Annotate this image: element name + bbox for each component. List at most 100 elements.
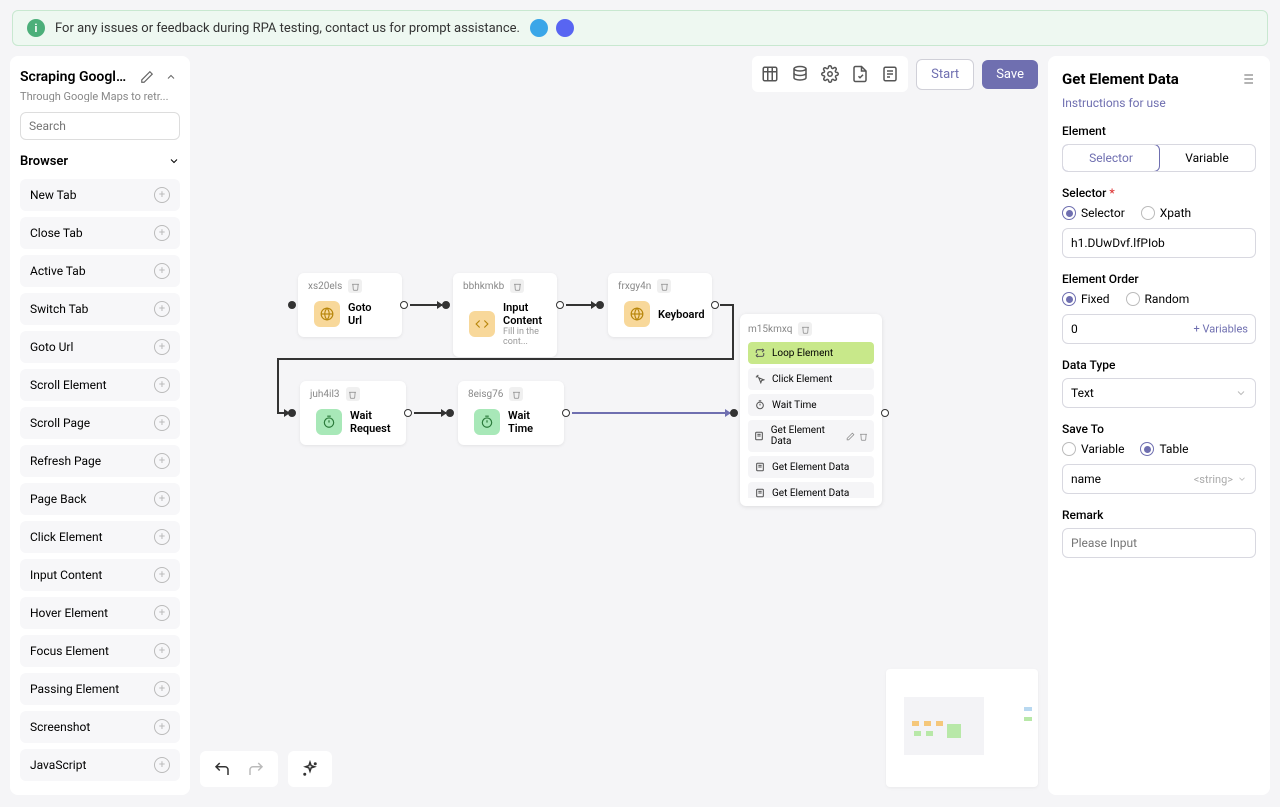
save-target-select[interactable]: name <string> (1062, 464, 1256, 494)
node-loop[interactable]: m15kmxq Loop ElementClick ElementWait Ti… (740, 314, 882, 506)
delete-icon[interactable] (859, 432, 868, 441)
plus-icon[interactable]: + (154, 225, 170, 241)
plus-icon[interactable]: + (154, 263, 170, 279)
discord-icon[interactable] (556, 19, 574, 37)
globe-icon (624, 301, 650, 327)
plus-icon[interactable]: + (154, 339, 170, 355)
loop-child-item[interactable]: Click Element (748, 368, 874, 390)
plus-icon[interactable]: + (154, 187, 170, 203)
node-type-item[interactable]: Active Tab+ (20, 255, 180, 287)
instructions-link[interactable]: Instructions for use (1062, 96, 1166, 110)
node-wait-request[interactable]: juh4il3 Wait Request (300, 381, 406, 445)
node-type-item[interactable]: Switch Tab+ (20, 293, 180, 325)
undo-icon[interactable] (210, 757, 234, 781)
timer-icon (474, 409, 500, 435)
canvas[interactable]: Start Save xs20els Goto Url bbhkmkb Inpu… (200, 56, 1038, 795)
delete-icon[interactable] (509, 387, 523, 401)
start-button[interactable]: Start (916, 59, 974, 90)
radio-save-table[interactable]: Table (1140, 442, 1188, 456)
node-type-item[interactable]: Passing Element+ (20, 673, 180, 705)
script-subtitle: Through Google Maps to retr... (20, 90, 180, 102)
loop-child-item[interactable]: Loop Element (748, 342, 874, 364)
telegram-icon[interactable] (530, 19, 548, 37)
timer-icon (316, 409, 342, 435)
radio-save-variable[interactable]: Variable (1062, 442, 1124, 456)
loop-child-item[interactable]: Get Element Data (748, 482, 874, 498)
loop-child-item[interactable]: Wait Time (748, 394, 874, 416)
toolbar-icons (752, 56, 908, 92)
node-input-content[interactable]: bbhkmkb Input ContentFill in the cont... (453, 273, 557, 357)
edit-icon[interactable] (846, 432, 855, 441)
node-type-item[interactable]: Goto Url+ (20, 331, 180, 363)
remark-input[interactable] (1062, 528, 1256, 558)
minimap[interactable] (886, 669, 1038, 787)
table-icon[interactable] (758, 62, 782, 86)
gear-icon[interactable] (818, 62, 842, 86)
plus-icon[interactable]: + (154, 605, 170, 621)
plus-icon[interactable]: + (154, 491, 170, 507)
notification-text: For any issues or feedback during RPA te… (55, 21, 520, 36)
edit-icon[interactable] (138, 68, 156, 86)
properties-panel: Get Element Data Instructions for use El… (1048, 56, 1270, 795)
radio-xpath[interactable]: Xpath (1141, 206, 1191, 220)
node-type-item[interactable]: Scroll Page+ (20, 407, 180, 439)
delete-icon[interactable] (510, 279, 524, 293)
node-type-item[interactable]: Hover Element+ (20, 597, 180, 629)
element-mode-segment[interactable]: Selector Variable (1062, 144, 1256, 172)
delete-icon[interactable] (348, 279, 362, 293)
delete-icon[interactable] (798, 322, 812, 336)
export-icon[interactable] (848, 62, 872, 86)
seg-selector[interactable]: Selector (1062, 144, 1160, 172)
node-type-item[interactable]: Scroll Element+ (20, 369, 180, 401)
node-type-item[interactable]: Input Content+ (20, 559, 180, 591)
variables-link[interactable]: + Variables (1194, 323, 1248, 336)
list-icon[interactable] (1238, 70, 1256, 88)
section-browser[interactable]: Browser (20, 152, 180, 171)
node-type-item[interactable]: JavaScript+ (20, 749, 180, 781)
panel-title: Get Element Data (1062, 70, 1179, 88)
delete-icon[interactable] (657, 279, 671, 293)
notes-icon[interactable] (878, 62, 902, 86)
radio-random[interactable]: Random (1126, 292, 1190, 306)
plus-icon[interactable]: + (154, 681, 170, 697)
selector-input[interactable] (1062, 228, 1256, 258)
chevron-down-icon (168, 155, 180, 167)
loop-child-item[interactable]: Get Element Data (748, 456, 874, 478)
node-type-item[interactable]: Close Tab+ (20, 217, 180, 249)
save-button[interactable]: Save (982, 60, 1038, 89)
node-type-item[interactable]: Click Element+ (20, 521, 180, 553)
node-goto-url[interactable]: xs20els Goto Url (298, 273, 402, 337)
loop-child-item[interactable]: Get Element Data (748, 420, 874, 452)
datatype-select[interactable]: Text (1062, 378, 1256, 408)
plus-icon[interactable]: + (154, 301, 170, 317)
plus-icon[interactable]: + (154, 415, 170, 431)
redo-icon[interactable] (244, 757, 268, 781)
node-wait-time[interactable]: 8eisg76 Wait Time (458, 381, 564, 445)
chevron-down-icon (1237, 474, 1247, 484)
node-type-item[interactable]: Refresh Page+ (20, 445, 180, 477)
plus-icon[interactable]: + (154, 757, 170, 773)
plus-icon[interactable]: + (154, 453, 170, 469)
node-keyboard[interactable]: frxgy4n Keyboard (608, 273, 712, 337)
globe-icon (314, 301, 340, 327)
database-icon[interactable] (788, 62, 812, 86)
script-title: Scraping Google... (20, 69, 132, 85)
chevron-up-icon[interactable] (162, 68, 180, 86)
info-icon: i (27, 19, 45, 37)
sparkle-icon[interactable] (298, 757, 322, 781)
node-type-item[interactable]: Focus Element+ (20, 635, 180, 667)
plus-icon[interactable]: + (154, 529, 170, 545)
notification-bar: i For any issues or feedback during RPA … (12, 10, 1268, 46)
node-type-item[interactable]: New Tab+ (20, 179, 180, 211)
plus-icon[interactable]: + (154, 643, 170, 659)
seg-variable[interactable]: Variable (1159, 145, 1255, 171)
plus-icon[interactable]: + (154, 377, 170, 393)
node-type-item[interactable]: Page Back+ (20, 483, 180, 515)
radio-selector[interactable]: Selector (1062, 206, 1125, 220)
search-input[interactable] (20, 112, 180, 140)
delete-icon[interactable] (346, 387, 360, 401)
node-type-item[interactable]: Screenshot+ (20, 711, 180, 743)
plus-icon[interactable]: + (154, 567, 170, 583)
radio-fixed[interactable]: Fixed (1062, 292, 1110, 306)
plus-icon[interactable]: + (154, 719, 170, 735)
